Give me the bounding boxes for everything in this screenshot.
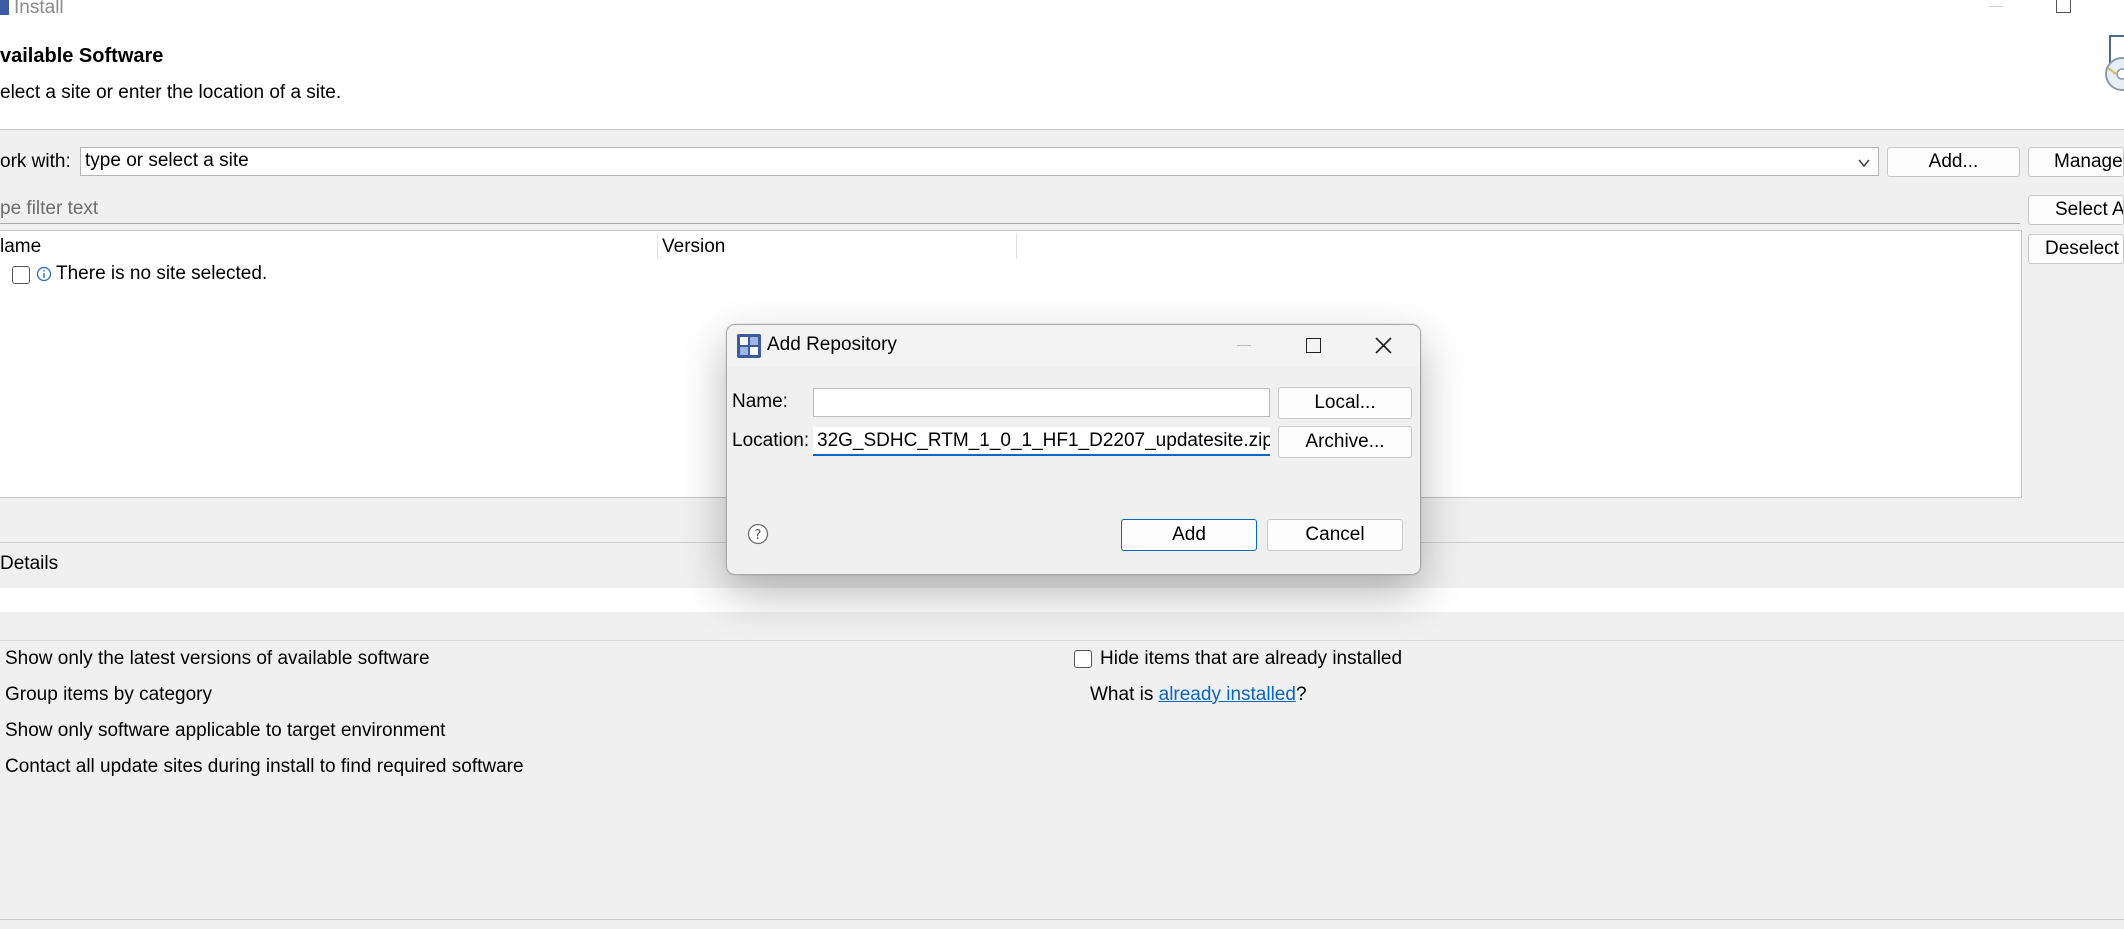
name-input[interactable]: [813, 388, 1270, 417]
app-icon: [0, 0, 9, 15]
column-header-name[interactable]: lame: [0, 236, 41, 258]
column-divider: [1016, 233, 1017, 259]
details-label: Details: [0, 553, 59, 574]
location-label: Location:: [732, 430, 810, 451]
dialog-app-icon: [737, 334, 761, 358]
option-contact-all-sites[interactable]: Contact all update sites during install …: [5, 756, 524, 778]
option-latest-versions[interactable]: Show only the latest versions of availab…: [5, 648, 430, 670]
manage-button[interactable]: Manage: [2028, 147, 2124, 177]
add-repository-dialog: Add Repository Name: Local... Location: …: [726, 324, 1421, 575]
archive-button[interactable]: Archive...: [1278, 426, 1412, 458]
minimize-button[interactable]: [1989, 6, 2003, 7]
add-button[interactable]: Add: [1121, 519, 1257, 551]
select-all-button[interactable]: Select A: [2028, 195, 2124, 225]
close-icon[interactable]: [1375, 337, 1392, 354]
chevron-down-icon[interactable]: [1857, 154, 1871, 168]
dialog-maximize-button[interactable]: [1306, 338, 1321, 353]
row-name: There is no site selected.: [56, 263, 268, 284]
bottom-divider: [0, 919, 2124, 920]
header-area: [0, 0, 2124, 129]
name-label: Name:: [732, 391, 788, 412]
local-button[interactable]: Local...: [1278, 387, 1412, 419]
filter-underline: [0, 223, 2020, 224]
filter-input[interactable]: pe filter text: [0, 195, 2020, 224]
cancel-button[interactable]: Cancel: [1267, 519, 1403, 551]
column-divider: [657, 233, 658, 259]
dialog-titlebar[interactable]: Add Repository: [727, 325, 1420, 367]
filter-placeholder: pe filter text: [0, 198, 99, 219]
work-with-combo[interactable]: type or select a site: [80, 147, 1879, 176]
svg-text:?: ?: [755, 528, 762, 543]
options-divider: [0, 640, 2124, 641]
question-icon[interactable]: ?: [747, 523, 769, 545]
page-title: vailable Software: [0, 45, 164, 67]
work-with-label: ork with:: [0, 151, 71, 172]
row-checkbox[interactable]: [12, 266, 30, 284]
what-is-suffix: ?: [1295, 684, 1307, 705]
dialog-title: Add Repository: [767, 334, 897, 355]
location-input[interactable]: 32G_SDHC_RTM_1_0_1_HF1_D2207_updatesite.…: [813, 427, 1270, 456]
header-divider: [0, 129, 2124, 130]
add-site-button[interactable]: Add...: [1887, 147, 2020, 177]
page-subtitle: elect a site or enter the location of a …: [0, 82, 342, 103]
work-with-value: type or select a site: [85, 150, 249, 171]
option-target-environment[interactable]: Show only software applicable to target …: [5, 720, 445, 742]
what-is-prefix: What is: [1090, 684, 1159, 705]
deselect-all-button[interactable]: Deselect: [2028, 234, 2124, 264]
install-cd-icon: [2098, 34, 2124, 94]
table-row[interactable]: There is no site selected.: [0, 263, 1000, 291]
column-header-version[interactable]: Version: [662, 236, 725, 258]
option-group-by-category[interactable]: Group items by category: [5, 684, 212, 706]
window-title: Install: [14, 0, 64, 18]
hide-installed-checkbox[interactable]: [1074, 650, 1092, 668]
dialog-minimize-button[interactable]: [1237, 345, 1251, 346]
maximize-button[interactable]: [2056, 0, 2071, 13]
hide-installed-label: Hide items that are already installed: [1100, 648, 1403, 669]
what-is-installed: What is already installed?: [1090, 684, 1307, 706]
details-area: [0, 588, 2124, 612]
info-icon: [36, 266, 52, 282]
already-installed-link[interactable]: already installed: [1159, 684, 1296, 705]
